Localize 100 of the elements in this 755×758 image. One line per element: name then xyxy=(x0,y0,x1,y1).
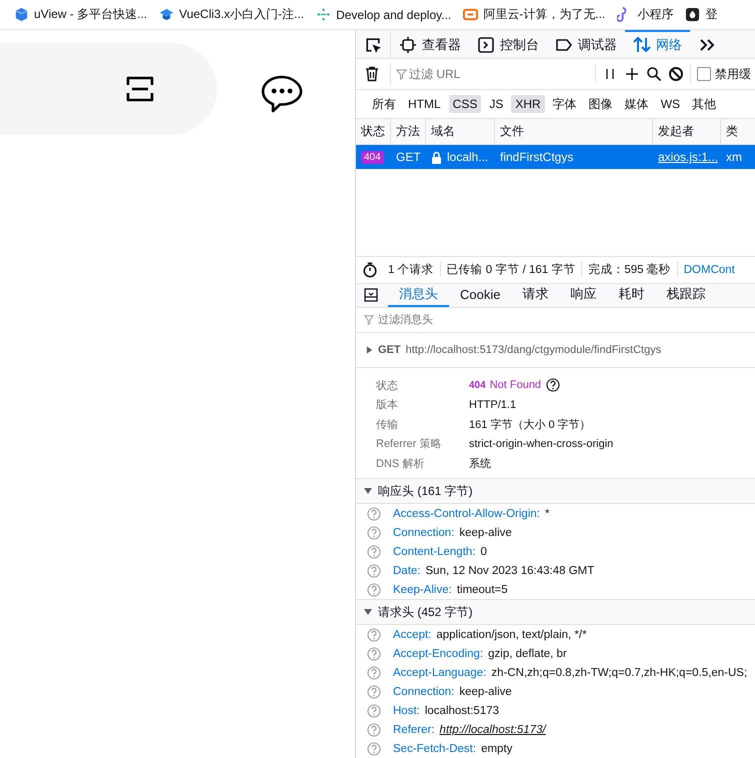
header-name: Connection: xyxy=(393,686,454,698)
inspector-icon xyxy=(399,36,417,54)
initiator-link[interactable]: axios.js:1... xyxy=(658,150,718,164)
debugger-icon xyxy=(555,36,573,54)
type-filter-button[interactable]: 其他 xyxy=(688,94,720,114)
type-filter-button[interactable]: HTML xyxy=(404,95,445,113)
plus-icon[interactable] xyxy=(624,66,640,82)
column-header[interactable]: 发起者 xyxy=(653,119,721,144)
field-label: 版本 xyxy=(376,398,399,412)
stopwatch-icon xyxy=(362,262,378,278)
header-name: Sec-Fetch-Dest: xyxy=(393,742,476,754)
caret-icon[interactable] xyxy=(364,488,372,494)
header-link[interactable]: http://localhost:5173/ xyxy=(440,724,546,736)
section-title[interactable]: 响应头 (161 字节) xyxy=(378,482,473,500)
type-filter-button[interactable]: XHR xyxy=(511,95,545,113)
devtools-tab[interactable]: 网络 xyxy=(625,30,690,58)
type-filter-button[interactable]: 图像 xyxy=(584,94,617,114)
expand-triangle-icon[interactable] xyxy=(366,346,373,354)
table-cell: localh... xyxy=(447,150,488,164)
detail-tab[interactable]: 响应 xyxy=(559,284,608,306)
request-row[interactable]: 404 GET localh... findFirstCtgys axios.js:1... xm xyxy=(356,145,755,169)
panel-toggle-icon[interactable] xyxy=(364,288,378,302)
column-header[interactable]: 类 xyxy=(721,119,755,144)
summary-text: 已传输 0 字节 / 161 字节 xyxy=(440,262,582,277)
request-url: http://localhost:5173/dang/ctgymodule/findFirstCtgys xyxy=(406,344,662,356)
detail-tab[interactable]: 消息头 xyxy=(388,284,449,306)
bookmark-link[interactable]: Develop and deploy... xyxy=(316,7,452,22)
field-value: HTTP/1.1 xyxy=(469,398,516,411)
header-value: keep-alive xyxy=(459,686,512,698)
header-name: Date: xyxy=(393,564,420,576)
status-code: 404 xyxy=(469,380,486,391)
table-cell-text: GET xyxy=(395,149,422,166)
status-text: Not Found xyxy=(490,379,542,392)
header-value: * xyxy=(544,508,550,520)
search-icon[interactable] xyxy=(646,66,662,82)
type-filter-button[interactable]: WS xyxy=(656,95,684,113)
bookmark-link[interactable]: uView - 多平台快速... xyxy=(14,6,148,23)
column-header[interactable]: 方法 xyxy=(391,119,426,144)
devtools-tab[interactable]: 控制台 xyxy=(469,30,547,58)
header-name: Keep-Alive: xyxy=(393,584,452,596)
summary-text: 1 个请求 xyxy=(382,262,441,277)
header-name: Accept-Encoding: xyxy=(393,648,484,660)
field-label: 状态 xyxy=(376,378,399,393)
type-filter-button[interactable]: JS xyxy=(485,95,508,113)
request-method: GET xyxy=(378,344,401,356)
header-value: Sun, 12 Nov 2023 16:43:48 GMT xyxy=(426,564,594,576)
header-name: Accept-Language: xyxy=(393,666,486,678)
detail-tab[interactable]: 耗时 xyxy=(607,284,656,306)
filter-icon xyxy=(364,314,374,324)
header-value: keep-alive xyxy=(459,526,512,538)
bookmark-link[interactable]: VueCli3.x小白入门-注... xyxy=(159,6,304,23)
checkbox-label[interactable]: 禁用缓 xyxy=(715,66,751,82)
bookmark-link[interactable]: 登 xyxy=(685,6,718,23)
bookmark-icon xyxy=(316,7,332,22)
table-cell-text: xm xyxy=(725,149,743,166)
field-value: strict-origin-when-cross-origin xyxy=(469,438,614,450)
bookmark-icon xyxy=(159,7,174,22)
devtools-tab[interactable]: 调试器 xyxy=(547,30,625,58)
header-value: application/json, text/plain, */* xyxy=(436,628,587,640)
devtools-tab[interactable]: 查看器 xyxy=(391,30,469,58)
header-name: Accept: xyxy=(393,628,432,640)
bookmark-link[interactable]: 小程序 xyxy=(617,6,674,23)
detail-tab[interactable]: 请求 xyxy=(511,284,560,306)
console-icon xyxy=(477,36,495,54)
bookmark-icon xyxy=(463,7,478,22)
header-name: Referer: xyxy=(393,724,435,736)
type-filter-button[interactable]: 字体 xyxy=(548,94,581,114)
url-filter-field[interactable]: 过滤 URL xyxy=(390,63,589,85)
block-icon[interactable] xyxy=(668,66,684,82)
status-badge: 404 xyxy=(361,150,384,164)
field-label: Referrer 策略 xyxy=(376,437,442,452)
filter-icon xyxy=(396,68,407,80)
type-filter-button[interactable]: 所有 xyxy=(368,94,400,114)
header-filter-field[interactable]: 过滤消息头 xyxy=(356,312,680,326)
header-name: Access-Control-Allow-Origin: xyxy=(393,508,540,520)
caret-icon[interactable] xyxy=(364,609,372,615)
checkbox[interactable] xyxy=(697,67,711,81)
header-name: Connection: xyxy=(393,526,454,538)
detail-tab[interactable]: Cookie xyxy=(449,284,512,306)
header-value: localhost:5173 xyxy=(424,704,500,716)
bookmark-link[interactable]: 阿里云-计算，为了无... xyxy=(463,6,606,23)
header-value: gzip, deflate, br xyxy=(488,648,567,660)
help-icon[interactable] xyxy=(546,378,560,392)
header-value: empty xyxy=(481,742,512,754)
summary-text: 完成：595 毫秒 xyxy=(582,262,678,277)
field-label: DNS 解析 xyxy=(376,456,426,471)
header-value: timeout=5 xyxy=(456,584,508,596)
type-filter-button[interactable]: CSS xyxy=(448,95,482,113)
header-value: zh-CN,zh;q=0.8,zh-TW;q=0.7,zh-HK;q=0.5,en-US; xyxy=(491,666,748,678)
arrows-up-down-icon xyxy=(633,36,651,54)
column-header[interactable]: 文件 xyxy=(495,119,653,144)
bookmark-icon xyxy=(685,7,700,22)
section-title[interactable]: 请求头 (452 字节) xyxy=(378,604,473,620)
summary-text: DOMCont xyxy=(682,264,736,276)
detail-tab[interactable]: 栈跟踪 xyxy=(655,284,716,306)
trash-icon[interactable] xyxy=(364,66,380,82)
column-header[interactable]: 域名 xyxy=(426,119,495,144)
field-value: 161 字节（大小 0 字节） xyxy=(469,418,591,432)
type-filter-button[interactable]: 媒体 xyxy=(620,94,653,114)
column-header[interactable]: 状态 xyxy=(356,119,391,144)
